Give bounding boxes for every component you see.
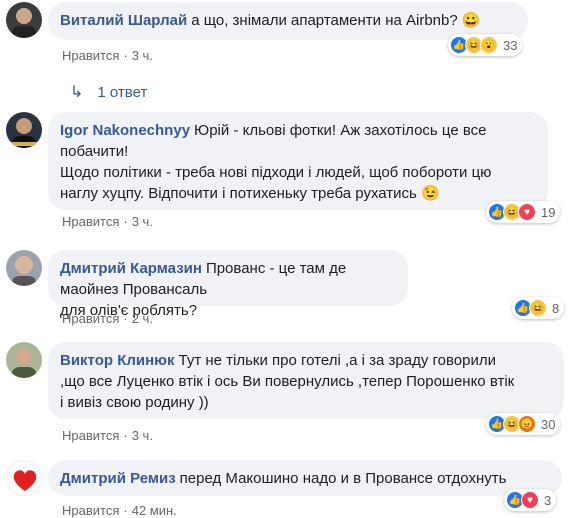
comment-text-line: і вивіз свою родину )) bbox=[60, 394, 209, 411]
reaction-summary[interactable]: 👍 😆 😠 30 bbox=[486, 413, 561, 435]
comment-bubble: Дмитрий Кармазин Прованс - це там де маой… bbox=[48, 250, 408, 319]
comment-text: перед Макошино надо и в Провансе отдохну… bbox=[179, 470, 507, 487]
comment-author[interactable]: Дмитрий Ремиз bbox=[60, 470, 176, 487]
comment-meta: Нравится · 3 ч. bbox=[62, 428, 153, 443]
reaction-count: 30 bbox=[541, 416, 556, 432]
wow-reaction-icon: 😮 bbox=[480, 36, 498, 54]
love-reaction-icon: ♥ bbox=[518, 203, 536, 221]
reply-arrow-icon: ↳ bbox=[70, 84, 84, 101]
comment-time[interactable]: 3 ч. bbox=[132, 214, 153, 229]
view-replies-link[interactable]: ↳ 1 ответ bbox=[70, 82, 147, 102]
comment-author[interactable]: Igor Nakonechnyy bbox=[60, 122, 190, 139]
avatar[interactable] bbox=[6, 250, 42, 286]
reaction-summary[interactable]: 👍 😆 ♥ 19 bbox=[486, 201, 561, 223]
reaction-count: 3 bbox=[544, 492, 552, 508]
haha-reaction-icon: 😆 bbox=[529, 299, 547, 317]
comment-text-line: Щодо політики - треба нові підходи і люд… bbox=[60, 164, 492, 181]
comment-author[interactable]: Виктор Клинюк bbox=[60, 352, 175, 369]
comment-text: а що, знімали апартаменти на Airbnb? 😀 bbox=[191, 12, 481, 29]
comment-text-line: Тут не тільки про готелі ,а і за зраду г… bbox=[178, 352, 496, 369]
avatar[interactable] bbox=[6, 342, 42, 378]
comment-text-line: ,що все Луценко втік і ось Ви повернулис… bbox=[60, 373, 515, 390]
replies-count-label[interactable]: 1 ответ bbox=[97, 84, 147, 101]
reaction-summary[interactable]: 👍 ♥ 3 bbox=[504, 489, 557, 511]
comment-bubble: Igor Nakonechnyy Юрій - кльові фотки! Аж … bbox=[48, 112, 548, 210]
reaction-count: 19 bbox=[541, 204, 556, 220]
comment-meta: Нравится · 42 мин. bbox=[62, 503, 177, 518]
avatar[interactable] bbox=[6, 112, 42, 148]
comment-bubble: Виктор Клинюк Тут не тільки про готелі ,а… bbox=[48, 342, 564, 419]
comment-text-line: наглу хуцпу. Відпочити і потихеньку треб… bbox=[60, 185, 440, 202]
avatar[interactable] bbox=[6, 2, 42, 38]
comment-text-line: побачити! bbox=[60, 143, 129, 160]
like-link[interactable]: Нравится bbox=[62, 428, 119, 443]
like-link[interactable]: Нравится bbox=[62, 503, 119, 518]
like-link[interactable]: Нравится bbox=[62, 214, 119, 229]
comment-time[interactable]: 2 ч. bbox=[132, 311, 153, 326]
comment-bubble: Дмитрий Ремиз перед Макошино надо и в Про… bbox=[48, 460, 562, 496]
reaction-count: 33 bbox=[503, 37, 518, 53]
comment-meta: Нравится · 3 ч. bbox=[62, 214, 153, 229]
comment-time[interactable]: 3 ч. bbox=[132, 428, 153, 443]
like-link[interactable]: Нравится bbox=[62, 48, 119, 63]
reaction-count: 8 bbox=[552, 300, 560, 316]
comment-author[interactable]: Виталий Шарлай bbox=[60, 12, 187, 29]
reaction-summary[interactable]: 👍 😆 8 bbox=[512, 297, 565, 319]
comment-text-line: Юрій - кльові фотки! Аж захотілось це вс… bbox=[194, 122, 487, 139]
like-link[interactable]: Нравится bbox=[62, 311, 119, 326]
reaction-summary[interactable]: 👍 😆 😮 33 bbox=[448, 34, 523, 56]
comment-meta: Нравится · 3 ч. bbox=[62, 48, 153, 63]
comment-author[interactable]: Дмитрий Кармазин bbox=[60, 260, 202, 277]
comment-time[interactable]: 42 мин. bbox=[132, 503, 177, 518]
love-reaction-icon: ♥ bbox=[521, 491, 539, 509]
comment-time[interactable]: 3 ч. bbox=[132, 48, 153, 63]
comment-meta: Нравится · 2 ч. bbox=[62, 311, 153, 326]
angry-reaction-icon: 😠 bbox=[518, 415, 536, 433]
avatar[interactable] bbox=[6, 460, 42, 496]
